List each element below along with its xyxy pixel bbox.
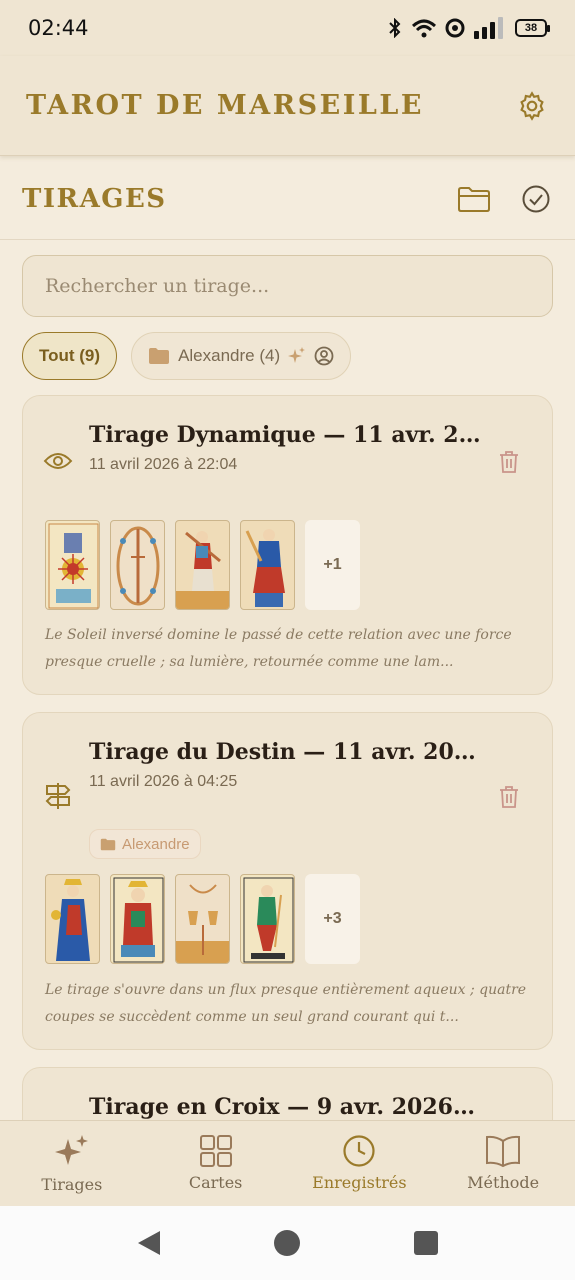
chip-all[interactable]: Tout (9): [22, 332, 118, 380]
eye-icon: [43, 446, 73, 476]
back-icon[interactable]: [136, 1229, 162, 1257]
reading-excerpt: Le tirage s'ouvre dans un flux presque e…: [45, 982, 527, 1025]
tarot-card-reine[interactable]: [45, 874, 100, 964]
bottom-nav: Tirages Cartes Enregistrés Méthode: [0, 1120, 575, 1206]
app-title: TAROT DE MARSEILLE: [26, 90, 424, 121]
reading-title: Tirage Dynamique — 11 avr. 2026,...: [89, 422, 482, 448]
more-cards-button[interactable]: +1: [305, 520, 360, 610]
user-circle-icon: [314, 346, 334, 366]
status-icons: 38: [387, 17, 550, 39]
folder-tag[interactable]: Alexandre: [89, 829, 201, 859]
select-mode-button[interactable]: [519, 182, 553, 216]
trash-icon: [500, 786, 518, 808]
signpost-icon: [43, 781, 73, 811]
search-input[interactable]: [45, 275, 530, 297]
signal-icon: [474, 17, 503, 39]
folder-icon: [149, 348, 170, 364]
status-time: 02:44: [28, 16, 89, 40]
settings-button[interactable]: [515, 89, 549, 123]
status-bar: 02:44 38: [0, 0, 575, 56]
nav-tirages[interactable]: Tirages: [0, 1121, 144, 1206]
tarot-card-soleil[interactable]: [45, 520, 100, 610]
nav-methode[interactable]: Méthode: [431, 1121, 575, 1206]
chip-folder-label: Alexandre (4): [178, 346, 281, 365]
section-title: TIRAGES: [22, 183, 167, 214]
reading-card[interactable]: Tirage en Croix — 9 avr. 2026, 05...: [22, 1067, 553, 1127]
bluetooth-icon: [389, 18, 401, 38]
clock-icon: [343, 1135, 375, 1167]
section-actions: [457, 182, 553, 216]
sparkles-icon: [54, 1135, 88, 1165]
gear-icon: [520, 90, 544, 121]
card-thumbnails: +3: [45, 874, 360, 964]
reading-date: 11 avril 2026 à 22:04: [89, 456, 238, 473]
nav-label: Méthode: [467, 1173, 540, 1192]
tarot-card-epees[interactable]: [110, 520, 165, 610]
nav-enregistres[interactable]: Enregistrés: [288, 1121, 432, 1206]
search-box[interactable]: [22, 255, 553, 317]
app-header: TAROT DE MARSEILLE: [0, 56, 575, 156]
sparkles-icon: [288, 347, 306, 363]
reading-card[interactable]: Tirage du Destin — 11 avr. 2026, 0... 11…: [22, 712, 553, 1050]
tarot-card-coupes[interactable]: [175, 874, 230, 964]
folder-icon: [100, 838, 116, 850]
nav-label: Tirages: [41, 1175, 103, 1194]
delete-button[interactable]: [496, 448, 522, 476]
reading-date: 11 avril 2026 à 04:25: [89, 773, 238, 790]
battery-level: 38: [524, 22, 538, 34]
nav-label: Enregistrés: [312, 1173, 407, 1192]
folder-tag-label: Alexandre: [122, 835, 190, 853]
chip-folder-alexandre[interactable]: Alexandre (4): [131, 332, 352, 380]
wifi-icon: [411, 19, 437, 38]
folder-icon: [458, 186, 490, 212]
check-circle-icon: [522, 185, 550, 212]
tarot-card-valet[interactable]: [175, 520, 230, 610]
reading-title: Tirage du Destin — 11 avr. 2026, 0...: [89, 739, 482, 765]
tarot-card-roi[interactable]: [110, 874, 165, 964]
section-header: TIRAGES: [0, 158, 575, 240]
nav-label: Cartes: [188, 1173, 243, 1192]
reading-excerpt: Le Soleil inversé domine le passé de cet…: [45, 627, 512, 670]
chip-all-label: Tout (9): [39, 346, 101, 365]
trash-icon: [500, 451, 518, 473]
reading-title: Tirage en Croix — 9 avr. 2026, 05...: [89, 1094, 482, 1120]
filter-chips: Tout (9) Alexandre (4): [22, 332, 352, 380]
folders-button[interactable]: [457, 182, 491, 216]
battery-icon: 38: [515, 19, 550, 37]
recents-icon[interactable]: [413, 1230, 439, 1256]
system-nav-bar: [0, 1206, 575, 1280]
data-saver-icon: [445, 18, 465, 38]
more-cards-button[interactable]: +3: [305, 874, 360, 964]
card-thumbnails: +1: [45, 520, 360, 610]
delete-button[interactable]: [496, 783, 522, 811]
nav-cartes[interactable]: Cartes: [144, 1121, 288, 1206]
tarot-card-chevalier[interactable]: [240, 520, 295, 610]
grid-icon: [199, 1135, 232, 1167]
reading-card[interactable]: Tirage Dynamique — 11 avr. 2026,... 11 a…: [22, 395, 553, 695]
tarot-card-mat[interactable]: [240, 874, 295, 964]
home-icon[interactable]: [273, 1229, 301, 1257]
book-icon: [486, 1135, 521, 1168]
